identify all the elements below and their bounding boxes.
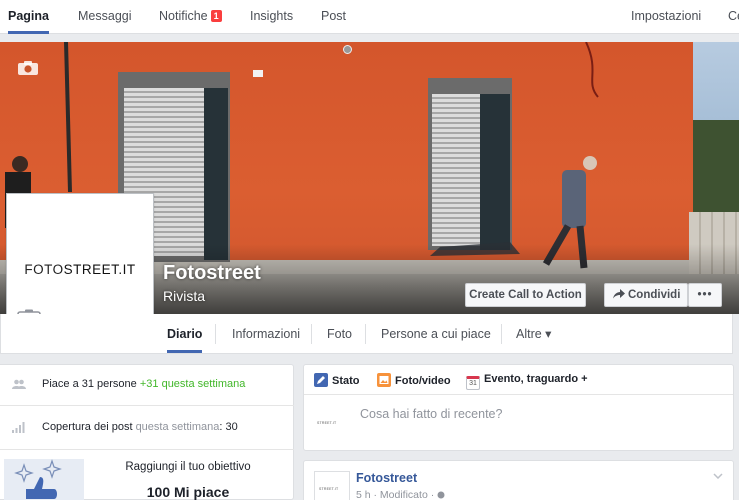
tab-divider bbox=[311, 324, 312, 344]
composer-avatar: STREET.IT bbox=[317, 421, 337, 425]
tab-altre-dropdown[interactable]: Altre ▾ bbox=[516, 314, 551, 353]
tab-diario[interactable]: Diario bbox=[167, 314, 203, 353]
tab-divider bbox=[365, 324, 366, 344]
nav-help-link[interactable]: Ce bbox=[728, 0, 739, 34]
composer-tab-evento-label: Evento, traguardo + bbox=[484, 373, 588, 385]
tab-divider bbox=[215, 324, 216, 344]
composer-tab-foto-video[interactable]: Foto/video bbox=[377, 373, 451, 387]
composer-divider bbox=[304, 394, 733, 395]
composer-tab-evento[interactable]: 31 Evento, traguardo + bbox=[466, 373, 588, 390]
reach-stat: Copertura dei post questa settimana: 30 bbox=[42, 421, 238, 433]
likes-weekly-delta[interactable]: +31 questa settimana bbox=[140, 378, 246, 390]
profile-logo-bold: STREET.IT bbox=[63, 262, 136, 277]
more-options-button[interactable]: ••• bbox=[688, 283, 722, 307]
nav-tab-insights[interactable]: Insights bbox=[250, 0, 293, 34]
globe-icon bbox=[437, 491, 445, 499]
share-arrow-icon bbox=[613, 289, 625, 299]
page-tabs: Diario Informazioni Foto Persone a cui p… bbox=[0, 314, 733, 354]
likes-stat: Piace a 31 persone +31 questa settimana bbox=[42, 378, 245, 390]
composer-tab-stato[interactable]: Stato bbox=[314, 373, 360, 387]
reach-label: Copertura dei post bbox=[42, 421, 136, 433]
post-meta: 5 h · Modificato · bbox=[356, 489, 445, 500]
chevron-down-icon[interactable] bbox=[713, 473, 723, 479]
photo-icon bbox=[377, 373, 391, 387]
goal-title: Raggiungi il tuo obiettivo bbox=[125, 461, 251, 473]
reach-value: : 30 bbox=[219, 421, 238, 433]
people-icon bbox=[12, 379, 26, 389]
tab-foto[interactable]: Foto bbox=[327, 314, 352, 353]
cover-camera-icon[interactable] bbox=[17, 60, 39, 76]
post-author-avatar[interactable]: STREET.IT bbox=[314, 471, 350, 500]
post-composer: Stato Foto/video 31 Evento, traguardo + S… bbox=[303, 364, 734, 451]
share-button[interactable]: Condividi bbox=[604, 283, 688, 307]
sparkle-thumbs-up-icon bbox=[14, 459, 62, 499]
composer-tab-stato-label: Stato bbox=[332, 375, 360, 387]
nav-tab-messaggi[interactable]: Messaggi bbox=[78, 0, 132, 34]
goal-illustration bbox=[4, 459, 84, 500]
profile-logo-light: FOTO bbox=[24, 262, 64, 277]
reach-bars-icon bbox=[12, 422, 25, 433]
nav-tab-notifiche[interactable]: Notifiche 1 bbox=[159, 0, 222, 34]
page-category[interactable]: Rivista bbox=[163, 288, 205, 304]
reach-period[interactable]: questa settimana bbox=[136, 421, 220, 433]
goal-value: 100 Mi piace bbox=[146, 484, 230, 500]
tab-informazioni[interactable]: Informazioni bbox=[232, 314, 300, 353]
nav-tab-post[interactable]: Post bbox=[321, 0, 346, 34]
stats-divider bbox=[0, 449, 294, 450]
nav-settings-link[interactable]: Impostazioni bbox=[631, 0, 701, 34]
page-stats-card: Piace a 31 persone +31 questa settimana … bbox=[0, 364, 294, 500]
post-card: STREET.IT Fotostreet 5 h · Modificato · bbox=[303, 460, 734, 500]
tab-divider bbox=[501, 324, 502, 344]
pencil-icon bbox=[314, 373, 328, 387]
nav-tab-notifiche-label: Notifiche bbox=[159, 9, 208, 23]
page-title[interactable]: Fotostreet bbox=[163, 262, 261, 285]
page-admin-nav: Pagina Messaggi Notifiche 1 Insights Post… bbox=[0, 0, 739, 34]
nav-tab-pagina[interactable]: Pagina bbox=[8, 0, 49, 34]
tab-persone-a-cui-piace[interactable]: Persone a cui piace bbox=[381, 314, 491, 353]
composer-input[interactable]: Cosa hai fatto di recente? bbox=[360, 407, 502, 421]
create-cta-button[interactable]: Create Call to Action bbox=[465, 283, 586, 307]
calendar-icon: 31 bbox=[466, 376, 480, 390]
post-avatar-logo: STREET.IT bbox=[319, 487, 339, 491]
composer-tab-foto-video-label: Foto/video bbox=[395, 375, 451, 387]
notification-count-badge: 1 bbox=[210, 10, 222, 22]
stats-divider bbox=[0, 405, 294, 406]
profile-logo-text: FOTOSTREET.IT bbox=[7, 262, 153, 277]
likes-count-text: Piace a 31 persone bbox=[42, 378, 140, 390]
cover-reposition-dot bbox=[343, 45, 352, 54]
post-timestamp[interactable]: 5 h · Modificato · bbox=[356, 489, 437, 500]
post-author-name[interactable]: Fotostreet bbox=[356, 471, 417, 485]
share-button-label: Condividi bbox=[628, 289, 681, 301]
